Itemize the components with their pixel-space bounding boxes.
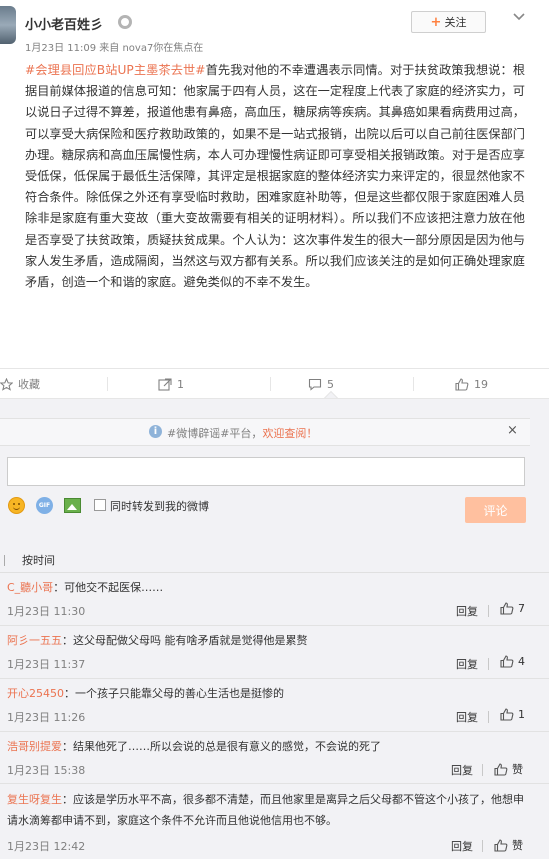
comment-like-button[interactable]: 4 — [500, 655, 525, 668]
comment-input[interactable] — [7, 457, 525, 486]
thumb-up-icon — [500, 708, 514, 721]
comment-user[interactable]: 复生呀复生 — [7, 793, 62, 806]
notice-prefix[interactable]: #微博辟谣#平台， — [167, 427, 262, 440]
member-badge-icon — [118, 15, 132, 29]
info-icon: i — [149, 425, 162, 438]
comment-content: ：一个孩子只能靠父母的善心生活也是挺惨的 — [64, 687, 284, 700]
comment-item: C_聽小哥：可他交不起医保…… 1月23日 11:30 回复 7 — [0, 573, 549, 626]
thumb-up-icon — [494, 762, 508, 776]
comment-user[interactable]: C_聽小哥 — [7, 581, 53, 594]
reply-button[interactable]: 回复 — [451, 762, 473, 778]
star-icon — [0, 377, 13, 391]
notice-link[interactable]: 欢迎查阅！ — [262, 427, 317, 440]
comment-content: ：应该是学历水平不高，很多都不清楚，而且他家里是离异之后父母都不管这个小孩了，他… — [7, 793, 524, 827]
comment-count: 5 — [327, 377, 334, 391]
chevron-down-icon[interactable] — [512, 10, 526, 24]
favorite-button[interactable]: 收藏 — [0, 369, 40, 399]
comment-item: 复生呀复生：应该是学历水平不高，很多都不清楚，而且他家里是离异之后父母都不管这个… — [0, 784, 549, 859]
reply-button[interactable]: 回复 — [456, 603, 478, 619]
divider — [488, 658, 489, 670]
thumb-up-icon — [494, 838, 508, 852]
avatar[interactable] — [0, 6, 16, 44]
repost-checkbox-label: 同时转发到我的微博 — [110, 500, 209, 513]
comment-like-button[interactable]: 赞 — [494, 761, 523, 777]
comment-content: ：结果他死了……所以会说的总是很有意义的感觉，不会说的死了 — [62, 740, 381, 753]
repost-checkbox[interactable] — [94, 499, 106, 511]
comment-like-count: 赞 — [512, 763, 523, 776]
post-body: 首先我对他的不幸遭遇表示同情。对于扶贫政策我想说：根据目前媒体报道的信息可知：他… — [25, 63, 526, 290]
comment-time: 1月23日 11:30 — [7, 605, 86, 618]
comment-user[interactable]: 开心25450 — [7, 687, 64, 700]
reply-button[interactable]: 回复 — [456, 709, 478, 725]
username[interactable]: 小小老百姓彡 — [25, 14, 103, 33]
follow-label: 关注 — [444, 16, 467, 29]
favorite-label: 收藏 — [18, 378, 40, 391]
close-icon[interactable]: × — [507, 423, 518, 438]
comment-text: 复生呀复生：应该是学历水平不高，很多都不清楚，而且他家里是离异之后父母都不管这个… — [7, 789, 527, 831]
thumb-up-icon — [500, 655, 514, 668]
gif-icon[interactable]: GIF — [36, 497, 53, 514]
comment-item: 阿彡一五五：这父母配做父母吗 能有啥矛盾就是觉得他是累赘 1月23日 11:37… — [0, 626, 549, 679]
topic-link[interactable]: #会理县回应B站UP主墨茶去世# — [25, 63, 206, 77]
thumb-up-icon — [455, 377, 469, 391]
like-count: 19 — [474, 377, 488, 391]
comment-text: C_聽小哥：可他交不起医保…… — [7, 577, 527, 598]
comment-like-button[interactable]: 1 — [500, 708, 525, 721]
like-button[interactable]: 19 — [455, 369, 488, 399]
repost-icon — [158, 377, 172, 391]
reply-button[interactable]: 回复 — [451, 838, 473, 854]
image-icon[interactable] — [64, 498, 81, 513]
post-meta: 1月23日 11:09 来自 nova7你在焦点在 — [25, 43, 204, 54]
comment-item: 浩哥别提爱：结果他死了……所以会说的总是很有意义的感觉，不会说的死了 1月23日… — [0, 732, 549, 784]
divider — [270, 377, 271, 391]
follow-button[interactable]: + 关注 — [411, 11, 486, 33]
comment-user[interactable]: 阿彡一五五 — [7, 634, 62, 647]
plus-icon: + — [430, 14, 442, 30]
sort-by-time-tab[interactable]: 按时间 — [22, 552, 55, 568]
comment-time: 1月23日 15:38 — [7, 764, 86, 777]
divider — [413, 377, 414, 391]
comment-like-count: 赞 — [512, 839, 523, 852]
divider — [107, 377, 108, 391]
action-bar: 收藏 1 5 19 — [0, 368, 549, 406]
comment-user[interactable]: 浩哥别提爱 — [7, 740, 62, 753]
comment-item: 开心25450：一个孩子只能靠父母的善心生活也是挺惨的 1月23日 11:26 … — [0, 679, 549, 732]
comment-text: 开心25450：一个孩子只能靠父母的善心生活也是挺惨的 — [7, 683, 527, 704]
comment-like-count: 4 — [518, 655, 525, 668]
divider — [482, 764, 483, 776]
submit-comment-button[interactable]: 评论 — [465, 497, 526, 523]
comment-text: 阿彡一五五：这父母配做父母吗 能有啥矛盾就是觉得他是累赘 — [7, 630, 527, 651]
emoji-icon[interactable] — [8, 497, 25, 514]
notice-text: #微博辟谣#平台，欢迎查阅！ — [167, 425, 317, 441]
comment-content: ：可他交不起医保…… — [53, 581, 164, 594]
divider — [482, 840, 483, 852]
comment-text: 浩哥别提爱：结果他死了……所以会说的总是很有意义的感觉，不会说的死了 — [7, 736, 527, 757]
comment-icon — [308, 378, 322, 391]
comment-time: 1月23日 12:42 — [7, 840, 86, 853]
comment-like-count: 7 — [518, 602, 525, 615]
thumb-up-icon — [500, 602, 514, 615]
divider — [488, 605, 489, 617]
post-text: #会理县回应B站UP主墨茶去世#首先我对他的不幸遭遇表示同情。对于扶贫政策我想说… — [25, 60, 525, 293]
reply-button[interactable]: 回复 — [456, 656, 478, 672]
comment-time: 1月23日 11:37 — [7, 658, 86, 671]
repost-button[interactable]: 1 — [158, 369, 184, 399]
comment-content: ：这父母配做父母吗 能有啥矛盾就是觉得他是累赘 — [62, 634, 308, 647]
sort-divider — [4, 555, 5, 566]
comment-like-button[interactable]: 7 — [500, 602, 525, 615]
repost-count: 1 — [177, 377, 184, 391]
divider — [488, 711, 489, 723]
comment-like-count: 1 — [518, 708, 525, 721]
comment-time: 1月23日 11:26 — [7, 711, 86, 724]
comment-like-button[interactable]: 赞 — [494, 837, 523, 853]
